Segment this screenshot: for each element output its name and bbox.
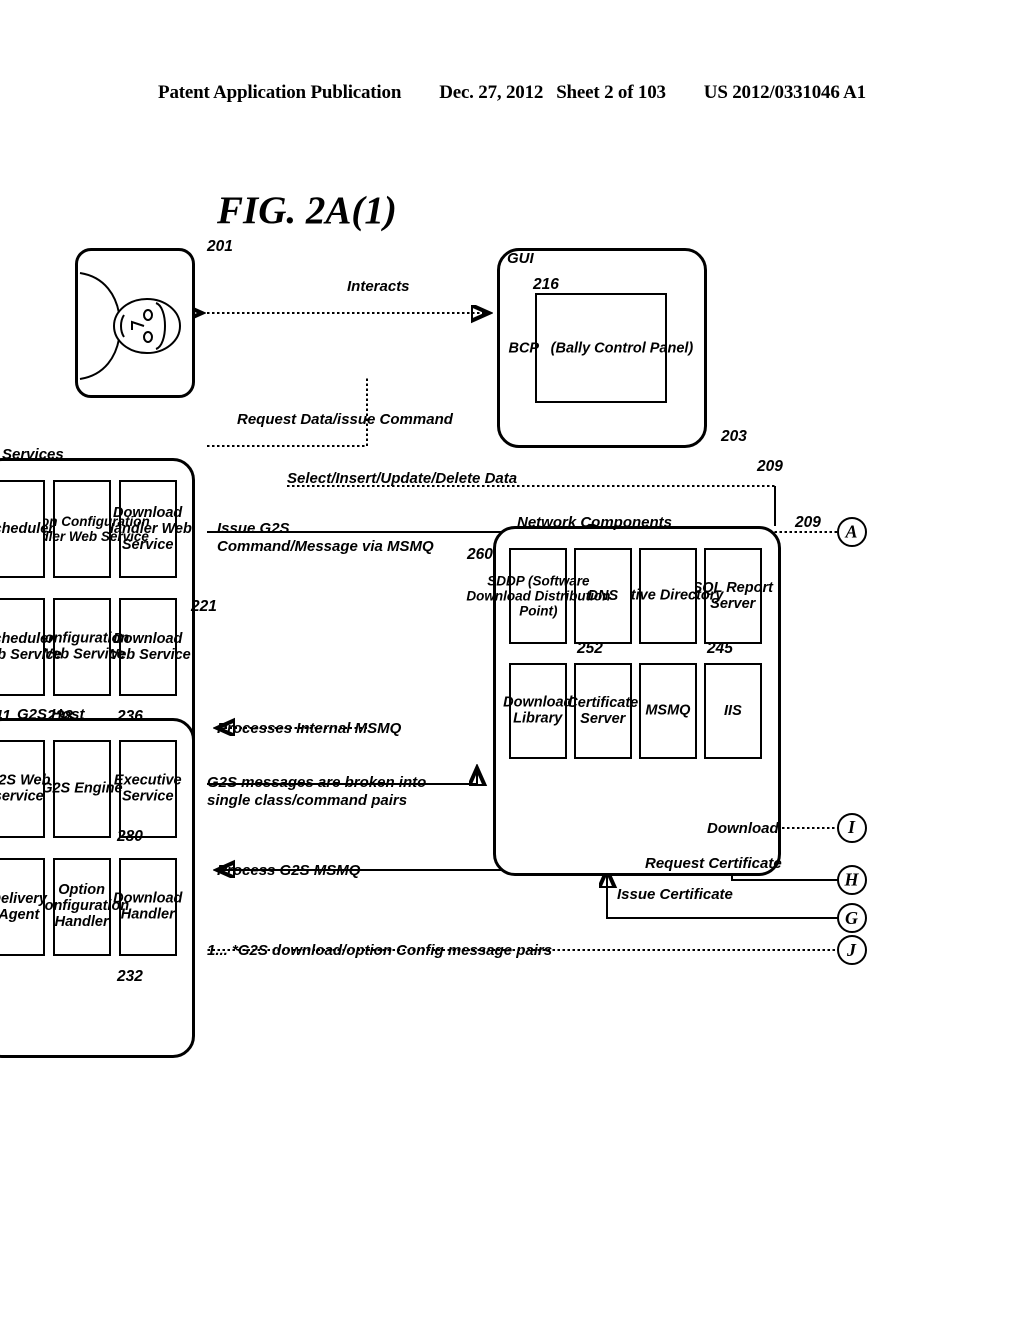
- net-certificate-server: Certificate Server: [568, 663, 638, 759]
- figure-caption: FIG. 2A(1): [217, 189, 397, 232]
- user-avatar: [75, 248, 195, 398]
- bcp-line1: BCP: [508, 339, 539, 356]
- active-directory-numeral: 245: [707, 640, 733, 657]
- header-patent-number: US 2012/0331046 A1: [703, 82, 866, 103]
- connector-g: G: [837, 903, 867, 933]
- label-issue-certificate: Issue Certificate: [617, 886, 733, 903]
- net-sddp-label: SDDP (Software Download Distribution Poi…: [466, 573, 611, 619]
- g2s-executive-service: Executive Service: [114, 740, 182, 838]
- service-scheduler-web-label: Scheduler Web Service: [0, 630, 62, 663]
- figure-canvas: FIG. 2A(1) 201 Interacts Request Data/is…: [0, 128, 907, 1268]
- g2s-delivery-agent: Delivery Agent: [0, 858, 48, 956]
- service-scheduler-label: Scheduler: [0, 520, 55, 537]
- issue-g2s-numeral: 260: [467, 546, 493, 563]
- g2s-delivery-agent-label: Delivery Agent: [0, 890, 48, 923]
- service-option-config-handler-web: Option Configuration Handler Web Service: [14, 480, 150, 578]
- connector-a: A: [837, 517, 867, 547]
- download-handler-numeral: 232: [117, 968, 143, 985]
- net-msmq-label: MSMQ: [645, 702, 691, 719]
- gui-title: GUI: [507, 250, 534, 267]
- network-components-title: Network Components: [517, 514, 673, 531]
- label-interacts: Interacts: [347, 278, 410, 295]
- g2s-option-config-handler-label: Option Configuration Handler: [34, 882, 130, 932]
- scheduler-numeral: 221: [191, 598, 217, 615]
- header-sheet: Sheet 2 of 103: [556, 82, 666, 103]
- label-request-data: Request Data/issue Command: [237, 411, 453, 428]
- bcp-component: BCP (Bally Control Panel): [509, 293, 693, 403]
- net-certificate-server-label: Certificate Server: [567, 694, 639, 727]
- label-issue-g2s: Issue G2S Command/Message via MSMQ: [217, 520, 434, 555]
- connector-j: J: [837, 935, 867, 965]
- service-scheduler-web: Scheduler Web Service: [0, 598, 62, 696]
- net-iis-label: IIS: [724, 702, 742, 719]
- g2s-web-service-label: G2S Web service: [0, 772, 51, 805]
- header-date: Dec. 27, 2012: [439, 82, 544, 103]
- g2s-web-service: G2S Web service: [0, 740, 51, 838]
- g2s-option-config-handler: Option Configuration Handler: [34, 858, 130, 956]
- connector-h: H: [837, 865, 867, 895]
- service-scheduler: Scheduler: [0, 480, 54, 578]
- net-download-library-label: Download Library: [503, 694, 573, 727]
- bcp-line2: (Bally Control Panel): [550, 339, 694, 356]
- label-request-certificate: Request Certificate: [645, 855, 782, 872]
- net-iis: IIS: [704, 663, 762, 759]
- g2s-engine-label: G2S Engine: [41, 780, 123, 797]
- label-processes-internal-msmq: Processes Internal MSMQ: [217, 720, 402, 737]
- services-title: Services: [2, 446, 64, 463]
- net-msmq: MSMQ: [639, 663, 697, 759]
- sddp-numeral: 252: [577, 640, 603, 657]
- g2s-executive-service-label: Executive Service: [114, 772, 182, 805]
- label-select-insert-update-delete: Select/Insert/Update/Delete Data: [287, 470, 518, 487]
- net-download-library: Download Library: [503, 663, 573, 759]
- g2s-host-title: G2S Host: [17, 706, 85, 723]
- page-header: Patent Application Publication Dec. 27, …: [0, 82, 1024, 116]
- net-sddp: SDDP (Software Download Distribution Poi…: [466, 548, 610, 644]
- gui-numeral: 203: [721, 428, 747, 445]
- connector-i: I: [837, 813, 867, 843]
- g2s-engine: G2S Engine: [41, 740, 123, 838]
- g2s-engine-numeral: 280: [117, 828, 143, 845]
- label-process-g2s-msmq: Process G2S MSMQ: [217, 862, 361, 879]
- figure-system-numeral: 201: [207, 238, 233, 255]
- network-components-numeral-alt: 209: [757, 458, 783, 475]
- label-download: Download: [707, 820, 779, 837]
- label-config-message-pairs: 1... *G2S download/option Config message…: [207, 942, 553, 959]
- header-publication: Patent Application Publication: [158, 82, 402, 103]
- label-broken-into-pairs: G2S messages are broken into single clas…: [207, 774, 427, 809]
- net-active-directory: Active Directory: [612, 548, 724, 644]
- network-components-numeral: 209: [795, 514, 821, 531]
- bcp-numeral: 216: [533, 276, 559, 293]
